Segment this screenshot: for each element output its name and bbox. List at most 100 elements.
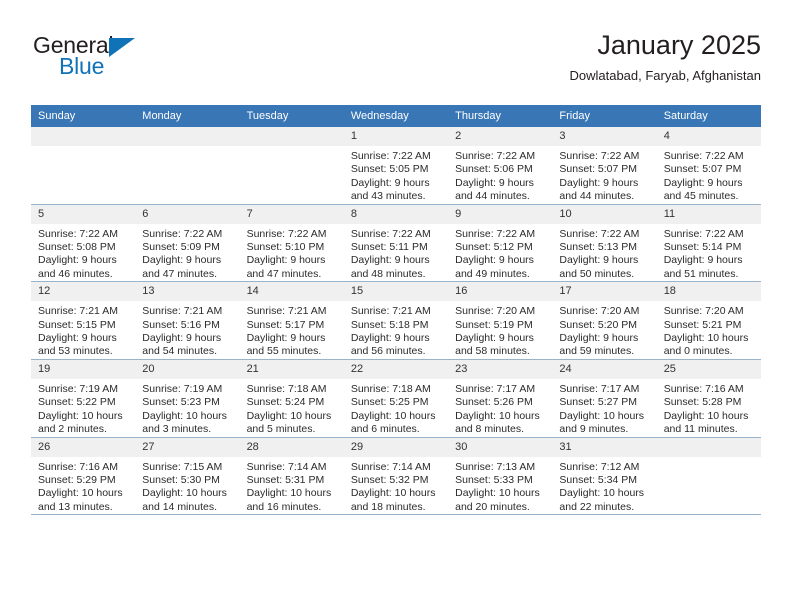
daylight-text-line2: and 3 minutes. [142, 423, 212, 436]
calendar-day-cell[interactable]: 23 Sunrise: 7:17 AM Sunset: 5:26 PM Dayligh… [448, 359, 553, 438]
daylight-text-line2: and 8 minutes. [455, 423, 525, 436]
calendar-day-cell[interactable]: 14 Sunrise: 7:21 AM Sunset: 5:17 PM Dayligh… [239, 281, 344, 360]
day-number: 28 [239, 437, 344, 457]
daylight-text-line2: and 2 minutes. [38, 423, 107, 436]
day-info: Sunrise: 7:22 AM Sunset: 5:06 PM Daylight:… [448, 146, 552, 204]
day-info: Sunrise: 7:22 AM Sunset: 5:09 PM Daylight:… [135, 224, 239, 282]
sunset-text: Sunset: 5:06 PM [455, 163, 533, 176]
day-number: 23 [448, 359, 553, 379]
sunset-text: Sunset: 5:05 PM [350, 163, 429, 176]
day-number: 24 [552, 359, 657, 379]
calendar-day-cell[interactable]: 10 Sunrise: 7:22 AM Sunset: 5:13 PM Dayligh… [552, 204, 657, 283]
sunrise-text: Sunrise: 7:14 AM [246, 460, 327, 473]
calendar-day-cell[interactable]: 21 Sunrise: 7:18 AM Sunset: 5:24 PM Dayligh… [239, 359, 344, 438]
calendar-day-cell[interactable]: 1 Sunrise: 7:22 AM Sunset: 5:05 PM Daylight… [343, 127, 449, 205]
sunset-text: Sunset: 5:07 PM [559, 163, 638, 176]
day-info: Sunrise: 7:15 AM Sunset: 5:30 PM Daylight:… [135, 457, 239, 515]
daylight-text-line1: Daylight: 10 hours [663, 332, 749, 345]
daylight-text-line1: Daylight: 9 hours [350, 254, 430, 267]
daylight-text-line1: Daylight: 9 hours [559, 254, 639, 267]
day-info: Sunrise: 7:14 AM Sunset: 5:31 PM Daylight:… [240, 457, 344, 515]
calendar-day-cell[interactable]: 13 Sunrise: 7:21 AM Sunset: 5:16 PM Dayligh… [135, 281, 240, 360]
daylight-text-line1: Daylight: 10 hours [350, 487, 436, 500]
day-number: 13 [135, 282, 240, 302]
sunrise-text: Sunrise: 7:17 AM [455, 382, 536, 395]
daylight-text-line2: and 18 minutes. [350, 500, 426, 513]
day-info: Sunrise: 7:16 AM Sunset: 5:29 PM Daylight:… [31, 457, 135, 515]
calendar-day-cell[interactable]: 28 Sunrise: 7:14 AM Sunset: 5:31 PM Dayligh… [239, 437, 344, 516]
day-number: 1 [343, 127, 449, 146]
calendar-day-cell[interactable]: 11 Sunrise: 7:22 AM Sunset: 5:14 PM Dayligh… [656, 204, 761, 283]
calendar-day-cell[interactable]: 18 Sunrise: 7:20 AM Sunset: 5:21 PM Dayligh… [656, 281, 761, 360]
calendar-grid: Sunday Monday Tuesday Wednesday Thursday… [31, 105, 761, 516]
daylight-text-line1: Daylight: 9 hours [142, 332, 222, 345]
generalblue-logo: General Blue [31, 34, 211, 86]
sunset-text: Sunset: 5:27 PM [559, 396, 638, 409]
calendar-day-cell[interactable]: 5 Sunrise: 7:22 AM Sunset: 5:08 PM Daylight… [31, 204, 136, 283]
calendar-day-cell[interactable]: 9 Sunrise: 7:22 AM Sunset: 5:12 PM Daylight… [448, 204, 553, 283]
sunset-text: Sunset: 5:29 PM [38, 473, 116, 486]
calendar-day-cell-empty [239, 127, 344, 205]
daylight-text-line2: and 54 minutes. [142, 345, 217, 358]
daylight-text-line1: Daylight: 9 hours [38, 254, 117, 267]
weekday-header-thursday: Thursday [448, 105, 553, 127]
sunset-text: Sunset: 5:11 PM [350, 241, 428, 254]
page-header: General Blue January 2025 Dowlatabad, Fa… [31, 28, 761, 96]
sunset-text: Sunset: 5:13 PM [559, 241, 638, 254]
calendar-day-cell[interactable]: 27 Sunrise: 7:15 AM Sunset: 5:30 PM Dayligh… [135, 437, 240, 516]
day-info: Sunrise: 7:18 AM Sunset: 5:24 PM Daylight:… [240, 379, 344, 437]
day-number: 7 [239, 204, 344, 224]
calendar-day-cell[interactable]: 8 Sunrise: 7:22 AM Sunset: 5:11 PM Daylight… [343, 204, 449, 283]
day-number: 16 [448, 282, 553, 302]
calendar-day-cell[interactable]: 4 Sunrise: 7:22 AM Sunset: 5:07 PM Daylight… [656, 127, 761, 205]
sunrise-text: Sunrise: 7:22 AM [663, 150, 744, 162]
daylight-text-line2: and 58 minutes. [455, 345, 530, 358]
calendar-day-cell[interactable]: 19 Sunrise: 7:19 AM Sunset: 5:22 PM Dayligh… [31, 359, 136, 438]
sunset-text: Sunset: 5:19 PM [455, 318, 533, 331]
sunset-text: Sunset: 5:16 PM [142, 318, 220, 331]
day-info: Sunrise: 7:22 AM Sunset: 5:05 PM Daylight:… [344, 146, 448, 204]
calendar-day-cell[interactable]: 31 Sunrise: 7:12 AM Sunset: 5:34 PM Dayligh… [552, 437, 657, 516]
calendar-day-cell[interactable]: 2 Sunrise: 7:22 AM Sunset: 5:06 PM Daylight… [448, 127, 553, 205]
calendar-day-cell[interactable]: 6 Sunrise: 7:22 AM Sunset: 5:09 PM Daylight… [135, 204, 240, 283]
day-number: 3 [552, 127, 657, 146]
weekday-header-sunday: Sunday [31, 105, 136, 127]
day-number: 22 [343, 359, 449, 379]
daylight-text-line1: Daylight: 10 hours [38, 487, 123, 500]
daylight-text-line2: and 5 minutes. [246, 423, 316, 436]
sunset-text: Sunset: 5:33 PM [455, 473, 533, 486]
calendar-day-cell[interactable]: 24 Sunrise: 7:17 AM Sunset: 5:27 PM Dayligh… [552, 359, 657, 438]
calendar-day-cell[interactable]: 25 Sunrise: 7:16 AM Sunset: 5:28 PM Dayligh… [656, 359, 761, 438]
daylight-text-line2: and 59 minutes. [559, 345, 635, 358]
calendar-day-cell[interactable]: 3 Sunrise: 7:22 AM Sunset: 5:07 PM Daylight… [552, 127, 657, 205]
daylight-text-line2: and 50 minutes. [559, 267, 635, 280]
day-info: Sunrise: 7:22 AM Sunset: 5:11 PM Daylight:… [344, 224, 448, 282]
calendar-day-cell[interactable]: 7 Sunrise: 7:22 AM Sunset: 5:10 PM Daylight… [239, 204, 344, 283]
daylight-text-line1: Daylight: 9 hours [246, 254, 326, 267]
calendar-day-cell[interactable]: 20 Sunrise: 7:19 AM Sunset: 5:23 PM Dayligh… [135, 359, 240, 438]
calendar-day-cell[interactable]: 12 Sunrise: 7:21 AM Sunset: 5:15 PM Dayligh… [31, 281, 136, 360]
calendar-day-cell[interactable]: 17 Sunrise: 7:20 AM Sunset: 5:20 PM Dayligh… [552, 281, 657, 360]
daylight-text-line2: and 20 minutes. [455, 500, 530, 513]
calendar-day-cell[interactable]: 29 Sunrise: 7:14 AM Sunset: 5:32 PM Dayligh… [343, 437, 449, 516]
calendar-day-cell[interactable]: 30 Sunrise: 7:13 AM Sunset: 5:33 PM Dayligh… [448, 437, 553, 516]
calendar-day-cell[interactable]: 15 Sunrise: 7:21 AM Sunset: 5:18 PM Dayligh… [343, 281, 449, 360]
sunrise-text: Sunrise: 7:18 AM [246, 382, 327, 395]
calendar-day-cell[interactable]: 26 Sunrise: 7:16 AM Sunset: 5:29 PM Dayligh… [31, 437, 136, 516]
sunset-text: Sunset: 5:17 PM [246, 318, 325, 331]
daylight-text-line1: Daylight: 9 hours [455, 332, 534, 345]
calendar-day-cell[interactable]: 16 Sunrise: 7:20 AM Sunset: 5:19 PM Dayligh… [448, 281, 553, 360]
day-number: 4 [656, 127, 761, 146]
day-info: Sunrise: 7:20 AM Sunset: 5:19 PM Daylight:… [448, 301, 552, 359]
daylight-text-line1: Daylight: 9 hours [663, 254, 743, 267]
sunset-text: Sunset: 5:14 PM [663, 241, 742, 254]
day-number: 11 [656, 204, 761, 224]
sunrise-text: Sunrise: 7:22 AM [142, 227, 223, 240]
sunrise-text: Sunrise: 7:19 AM [142, 382, 223, 395]
sunrise-text: Sunrise: 7:19 AM [38, 382, 118, 395]
calendar-day-cell[interactable]: 22 Sunrise: 7:18 AM Sunset: 5:25 PM Dayligh… [343, 359, 449, 438]
daylight-text-line1: Daylight: 10 hours [142, 409, 227, 422]
day-number: 30 [448, 437, 553, 457]
sunrise-text: Sunrise: 7:22 AM [559, 227, 640, 240]
day-number: 20 [135, 359, 240, 379]
